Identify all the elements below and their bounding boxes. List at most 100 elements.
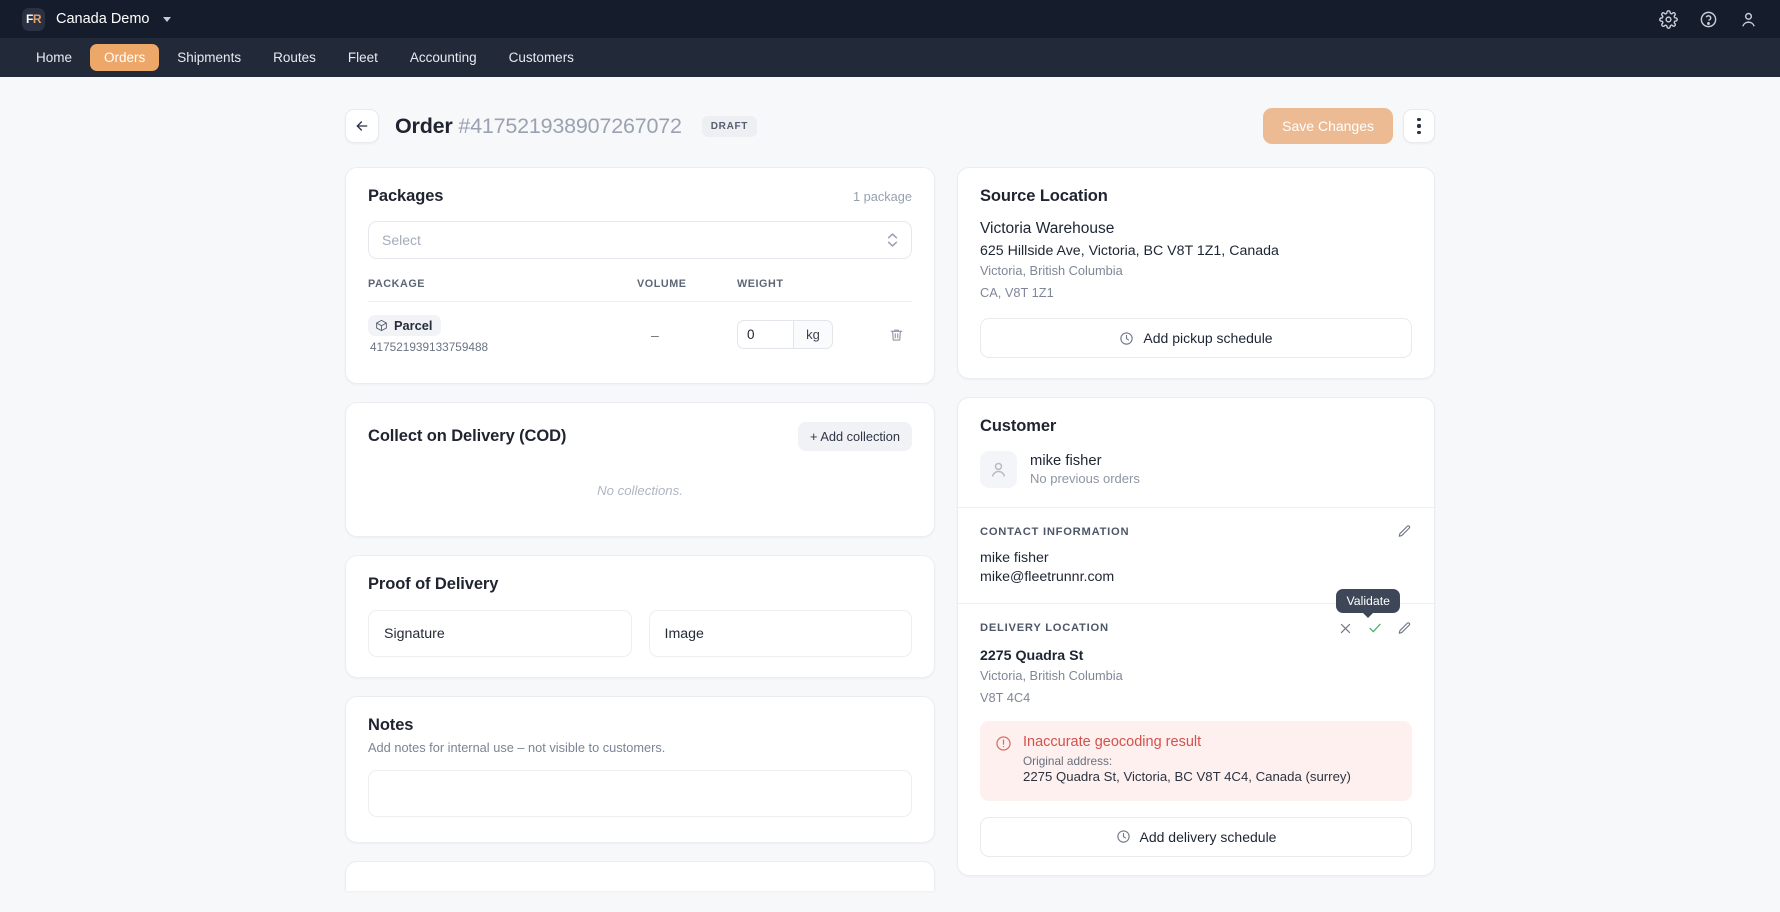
page-title: Order #417521938907267072 [395, 114, 682, 139]
column-header-actions [872, 278, 912, 290]
package-cell: Parcel 417521939133759488 [368, 315, 637, 354]
two-column-layout: Packages 1 package Select PACKAGE [345, 167, 1435, 894]
more-options-button[interactable] [1403, 109, 1435, 143]
notes-input[interactable] [368, 770, 912, 817]
column-header-package: PACKAGE [368, 278, 637, 290]
cod-card: Collect on Delivery (COD) + Add collecti… [345, 402, 935, 537]
header-actions: Save Changes [1263, 108, 1435, 144]
source-location-address: 625 Hillside Ave, Victoria, BC V8T 1Z1, … [980, 243, 1412, 259]
customer-title: Customer [980, 417, 1412, 436]
contact-information-label: CONTACT INFORMATION [980, 526, 1129, 538]
page-body: Order #417521938907267072 DRAFT Save Cha… [0, 77, 1780, 912]
source-location-name: Victoria Warehouse [980, 220, 1412, 238]
pencil-icon [1397, 524, 1412, 539]
delivery-location-section: DELIVERY LOCATION Validate [958, 604, 1434, 875]
add-pickup-schedule-label: Add pickup schedule [1143, 330, 1272, 346]
clock-icon [1116, 829, 1131, 844]
logo-letter-f: F [26, 12, 33, 26]
weight-unit: kg [793, 320, 833, 349]
order-title-text: Order [395, 114, 453, 138]
kebab-dot [1417, 131, 1420, 134]
reject-location-icon[interactable] [1338, 621, 1353, 636]
validate-tooltip: Validate [1336, 589, 1400, 613]
add-collection-button[interactable]: + Add collection [798, 422, 912, 451]
source-location-card: Source Location Victoria Warehouse 625 H… [957, 167, 1435, 379]
save-changes-button[interactable]: Save Changes [1263, 108, 1393, 144]
add-delivery-schedule-label: Add delivery schedule [1140, 829, 1277, 845]
trash-icon[interactable] [889, 327, 904, 343]
delivery-city: Victoria, British Columbia [980, 667, 1412, 686]
workspace-switcher[interactable]: FR Canada Demo [22, 8, 171, 31]
packages-count: 1 package [853, 189, 912, 204]
delivery-postal: V8T 4C4 [980, 689, 1412, 708]
logo-letter-r: R [33, 12, 41, 26]
pod-signature-option[interactable]: Signature [368, 610, 632, 657]
nav-item-orders[interactable]: Orders [90, 44, 159, 71]
package-weight-group: kg [737, 320, 872, 349]
nav-item-fleet[interactable]: Fleet [334, 44, 392, 71]
validate-location-icon[interactable] [1367, 620, 1383, 636]
gear-icon[interactable] [1659, 10, 1678, 29]
cod-title: Collect on Delivery (COD) [368, 427, 566, 446]
column-header-volume: VOLUME [637, 278, 737, 290]
pod-title: Proof of Delivery [368, 575, 912, 594]
nav-item-home[interactable]: Home [22, 44, 86, 71]
add-pickup-schedule-button[interactable]: Add pickup schedule [980, 318, 1412, 358]
nav-item-customers[interactable]: Customers [495, 44, 588, 71]
package-id: 417521939133759488 [370, 340, 637, 354]
contact-email: mike@fleetrunnr.com [980, 569, 1412, 585]
column-header-weight: WEIGHT [737, 278, 872, 290]
back-button[interactable] [345, 109, 379, 143]
source-location-postal: CA, V8T 1Z1 [980, 284, 1412, 303]
package-volume: – [637, 327, 737, 343]
avatar [980, 451, 1017, 488]
contact-name: mike fisher [980, 550, 1412, 566]
help-icon[interactable] [1699, 10, 1718, 29]
cod-header: Collect on Delivery (COD) + Add collecti… [368, 422, 912, 451]
customer-summary[interactable]: mike fisher No previous orders [980, 451, 1412, 507]
weight-input[interactable] [737, 320, 793, 349]
edit-delivery-location-icon[interactable] [1397, 621, 1412, 636]
geocoding-alert-title: Inaccurate geocoding result [1023, 734, 1351, 750]
right-column: Source Location Victoria Warehouse 625 H… [957, 167, 1435, 894]
nav-item-accounting[interactable]: Accounting [396, 44, 491, 71]
notes-subtitle: Add notes for internal use – not visible… [368, 740, 912, 755]
notes-card: Notes Add notes for internal use – not v… [345, 696, 935, 843]
packages-table-header: PACKAGE VOLUME WEIGHT [368, 278, 912, 302]
delivery-location-label: DELIVERY LOCATION [980, 622, 1109, 634]
pod-image-option[interactable]: Image [649, 610, 913, 657]
box-icon [375, 319, 388, 332]
nav-item-shipments[interactable]: Shipments [163, 44, 255, 71]
customer-name: mike fisher [1030, 453, 1140, 469]
user-icon[interactable] [1739, 10, 1758, 29]
order-header: Order #417521938907267072 DRAFT Save Cha… [345, 102, 1435, 150]
proof-of-delivery-card: Proof of Delivery Signature Image [345, 555, 935, 678]
edit-contact-icon[interactable] [1397, 524, 1412, 539]
package-select[interactable]: Select [368, 221, 912, 259]
package-type-label: Parcel [394, 318, 432, 333]
app-logo-icon: FR [22, 8, 45, 31]
order-number: #417521938907267072 [458, 114, 681, 138]
kebab-dot [1417, 124, 1420, 127]
chevron-up-down-icon [887, 233, 898, 247]
arrow-left-icon [354, 118, 370, 134]
kebab-dot [1417, 118, 1420, 121]
packages-table: PACKAGE VOLUME WEIGHT Parcel [368, 278, 912, 363]
package-type-chip: Parcel [368, 315, 441, 336]
delivery-location-actions [1338, 620, 1412, 636]
source-location-city: Victoria, British Columbia [980, 262, 1412, 281]
delivery-street: 2275 Quadra St [980, 648, 1412, 664]
package-select-placeholder: Select [382, 232, 421, 248]
packages-title: Packages [368, 187, 443, 206]
packages-card: Packages 1 package Select PACKAGE [345, 167, 935, 384]
next-card-partial [345, 861, 935, 891]
geocoding-alert-address: 2275 Quadra St, Victoria, BC V8T 4C4, Ca… [1023, 768, 1351, 787]
workspace-name: Canada Demo [56, 11, 150, 27]
pod-options: Signature Image [368, 610, 912, 657]
customer-orders-note: No previous orders [1030, 471, 1140, 486]
table-row: Parcel 417521939133759488 – kg [368, 302, 912, 363]
main-nav: Home Orders Shipments Routes Fleet Accou… [0, 38, 1780, 77]
row-actions [872, 327, 912, 343]
add-delivery-schedule-button[interactable]: Add delivery schedule [980, 817, 1412, 857]
nav-item-routes[interactable]: Routes [259, 44, 330, 71]
